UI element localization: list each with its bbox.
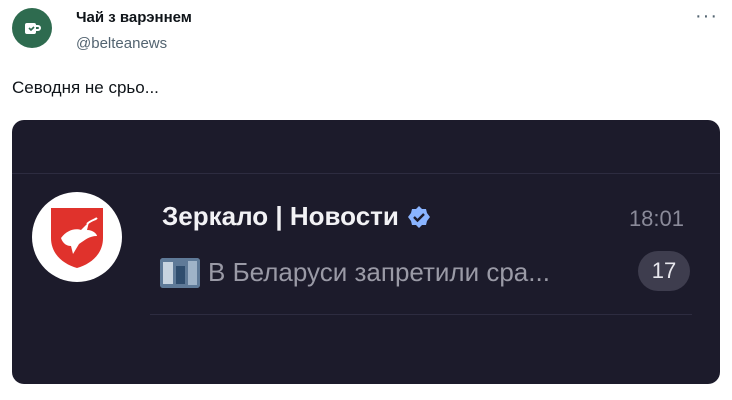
preview-text: В Беларуси запретили сра... <box>208 257 550 287</box>
dove-shield-icon <box>51 208 103 268</box>
chat-title: Зеркало | Новости <box>162 201 399 231</box>
unread-count-badge: 17 <box>638 251 690 291</box>
author-handle[interactable]: @belteanews <box>76 35 167 52</box>
message-time: 18:01 <box>628 206 684 231</box>
tweet-text: Севодня не срьо... <box>12 78 159 97</box>
more-options-icon[interactable]: ··· <box>695 6 718 26</box>
chat-title-row: Зеркало | Новости <box>162 201 431 232</box>
message-preview: В Беларуси запретили сра... <box>160 257 550 288</box>
channel-avatar <box>32 192 122 282</box>
divider <box>12 173 720 174</box>
tweet-media-image[interactable]: Зеркало | Новости 18:01 В Беларуси запре… <box>12 120 720 384</box>
verified-badge-icon <box>407 205 431 229</box>
divider <box>150 314 692 315</box>
news-thumbnail-icon <box>160 257 200 288</box>
teacup-icon <box>25 23 41 34</box>
author-name[interactable]: Чай з варэннем <box>76 9 192 26</box>
tweet-avatar[interactable] <box>12 8 52 48</box>
